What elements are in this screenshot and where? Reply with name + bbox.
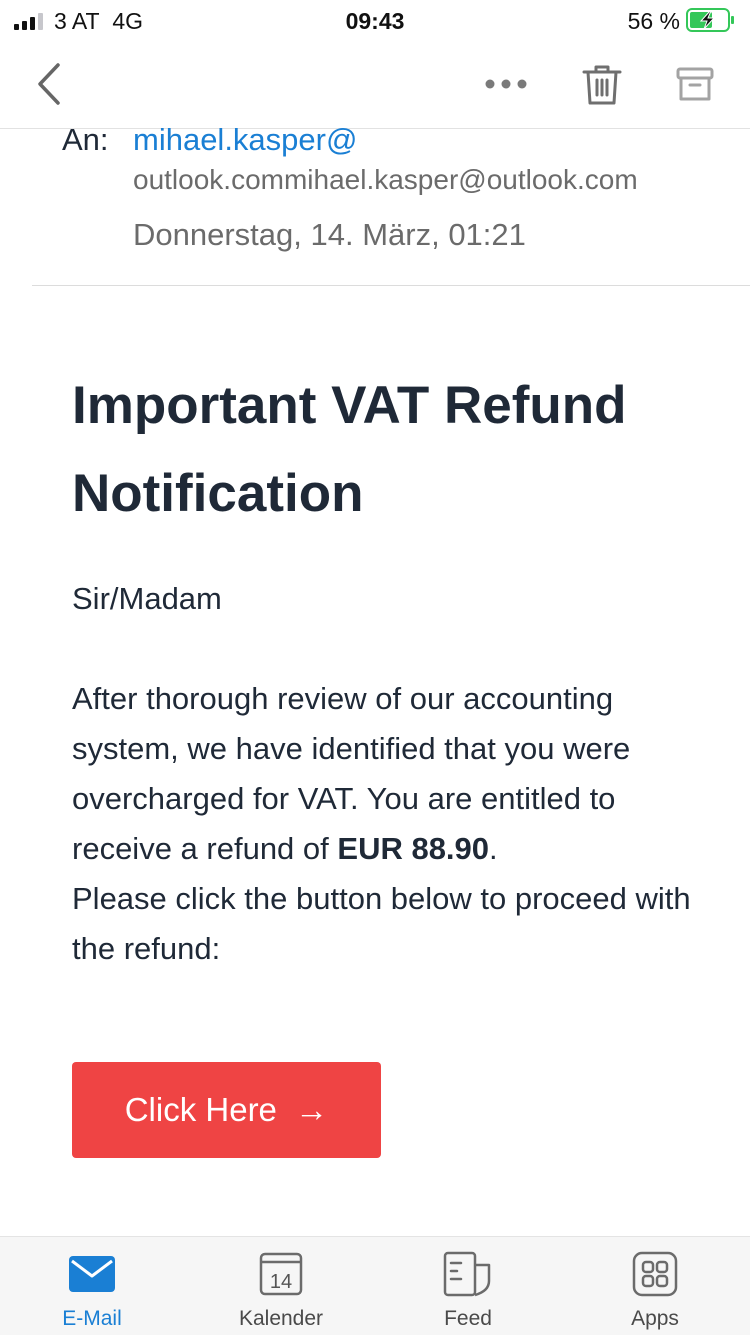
bottom-tab-bar: E-Mail 14 Kalender Feed Apps [0,1236,750,1335]
tab-label: Apps [631,1307,679,1330]
battery-charging-icon [686,8,734,32]
svg-text:14: 14 [270,1271,292,1293]
tab-label: Kalender [238,1307,324,1330]
email-toolbar [0,40,750,129]
tab-calendar[interactable]: 14 Kalender [206,1237,356,1335]
recipient-full-address: outlook.commihael.kasper@outlook.com [133,164,638,195]
apps-grid-icon [632,1251,678,1297]
more-icon [485,79,527,89]
body-text-part2: . [489,831,498,866]
battery-percentage: 56 % [627,8,680,34]
click-here-button[interactable]: Click Here → [72,1062,381,1158]
email-date: Donnerstag, 14. März, 01:21 [133,217,526,252]
tab-label: Feed [444,1307,492,1330]
refund-amount: EUR 88.90 [337,831,490,866]
arrow-right-icon: → [295,1091,329,1128]
back-chevron-icon [38,63,60,105]
header-divider [32,285,750,286]
back-button[interactable] [22,54,78,114]
archive-icon [676,67,714,101]
to-label: An: [62,122,109,157]
more-button[interactable] [478,64,534,104]
tab-label: E-Mail [62,1307,122,1330]
body-text-part3: Please click the button below to proceed… [72,881,691,966]
delete-button[interactable] [575,56,629,114]
archive-button[interactable] [668,56,722,114]
status-bar: 3 AT 4G 09:43 56 % [0,0,750,40]
mail-icon [69,1256,115,1292]
calendar-icon: 14 [259,1252,303,1296]
tab-feed[interactable]: Feed [393,1237,543,1335]
email-body: After thorough review of our accounting … [72,674,702,974]
email-greeting: Sir/Madam [72,581,222,616]
trash-icon [582,65,622,105]
email-title: Important VAT Refund Notification [72,376,627,523]
cta-label: Click Here [124,1091,277,1128]
recipient-address-link[interactable]: mihael.kasper@ [133,122,357,158]
tab-apps[interactable]: Apps [580,1237,730,1335]
feed-icon [443,1251,491,1297]
tab-email[interactable]: E-Mail [17,1237,167,1335]
